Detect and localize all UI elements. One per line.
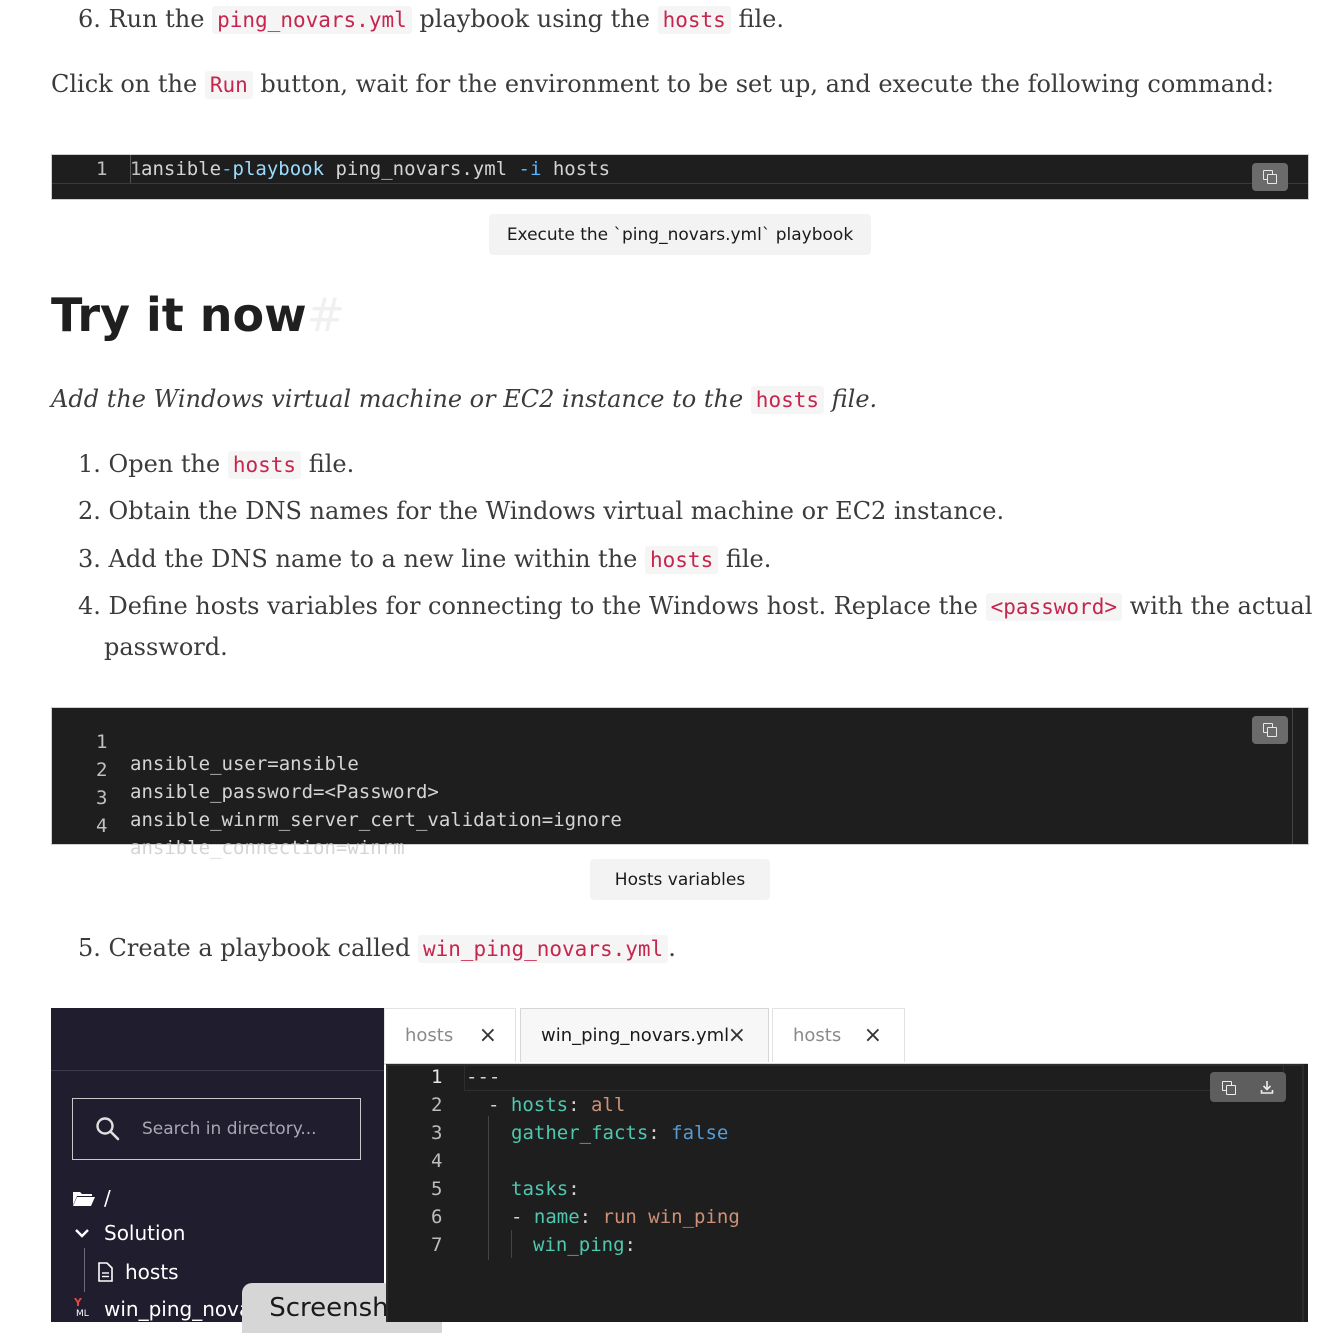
folder-open-icon: [73, 1192, 95, 1206]
code-line-1: ---: [466, 1066, 501, 1088]
chevron-down-icon: [75, 1229, 89, 1238]
inline-code-run: Run: [204, 71, 253, 99]
step-1: 1. Open the hosts file.: [78, 450, 355, 479]
copy-button[interactable]: [1252, 716, 1288, 744]
command-text: ansible-playbook ping_novars.yml -i host…: [141, 158, 611, 180]
code-line-7: win_ping:: [533, 1234, 636, 1256]
tree-file-win-ping[interactable]: Y ML win_ping_nova: [74, 1297, 251, 1321]
code-line-6: - name: run win_ping: [511, 1206, 740, 1228]
heading-anchor-link[interactable]: #: [307, 288, 346, 342]
step-2: 2. Obtain the DNS names for the Windows …: [78, 497, 1005, 525]
inline-code-hosts: hosts: [657, 6, 731, 34]
command-code-block[interactable]: 1 1 ansible-playbook ping_novars.yml -i …: [51, 154, 1309, 200]
scrollbar-divider: [1292, 708, 1293, 844]
indent-guide: [511, 1230, 512, 1258]
line-number-text: 1: [96, 158, 108, 180]
sidebar-header-divider: [51, 1070, 384, 1071]
tree-file-hosts[interactable]: hosts: [97, 1260, 179, 1284]
close-icon[interactable]: ×: [728, 1023, 746, 1048]
close-icon[interactable]: ×: [864, 1023, 882, 1048]
inline-code-hosts: hosts: [227, 451, 302, 479]
code-line-5: tasks:: [511, 1178, 580, 1200]
search-icon: [96, 1117, 120, 1141]
tab-hosts-2[interactable]: hosts ×: [772, 1008, 905, 1062]
copy-button[interactable]: [1252, 163, 1288, 191]
yaml-file-icon: Y ML: [74, 1296, 89, 1319]
tree-root[interactable]: /: [72, 1186, 111, 1210]
inline-code-win-ping: win_ping_novars.yml: [417, 935, 669, 963]
code-line: 4 ansible_connection=winrm: [96, 815, 405, 859]
directory-search-box[interactable]: Search in directory...: [72, 1098, 361, 1160]
tab-hosts-1[interactable]: hosts ×: [384, 1008, 516, 1062]
code-line-3: gather_facts: false: [511, 1122, 729, 1144]
close-icon[interactable]: ×: [479, 1023, 497, 1048]
inline-code-hosts: hosts: [750, 386, 825, 414]
step-6: 6. Run the ping_novars.yml playbook usin…: [78, 5, 784, 34]
step-4: 4. Define hosts variables for connecting…: [78, 592, 1313, 621]
tree-folder-solution[interactable]: Solution: [74, 1221, 185, 1245]
editor-actions: [1210, 1072, 1286, 1102]
ide-file-sidebar: Search in directory... / Solution hosts …: [51, 1008, 384, 1322]
run-instruction: Click on the Run button, wait for the en…: [51, 70, 1275, 99]
tree-indent-guide: [84, 1248, 85, 1292]
inline-code-password: <password>: [985, 593, 1123, 621]
code-line-2: - hosts: all: [488, 1094, 626, 1116]
step-5: 5. Create a playbook called win_ping_nov…: [78, 934, 676, 963]
inline-code-hosts: hosts: [645, 546, 719, 574]
indent-guide: [488, 1116, 489, 1260]
download-icon[interactable]: [1260, 1080, 1274, 1094]
intro-text: Add the Windows virtual machine or EC2 i…: [51, 385, 878, 414]
line-separator: [52, 183, 1308, 184]
file-text-icon: [98, 1262, 113, 1282]
code-editor[interactable]: 1 2 3 4 5 6 7 --- - hosts: all gather_fa…: [386, 1064, 1308, 1322]
line-numbers-gutter: 1 2 3 4 5 6 7: [431, 1066, 443, 1256]
inline-code-playbook: ping_novars.yml: [212, 6, 412, 34]
active-line-highlight: [464, 1064, 1284, 1091]
search-input[interactable]: Search in directory...: [142, 1119, 317, 1139]
command-caption: Execute the `ping_novars.yml` playbook: [489, 214, 871, 255]
gutter-divider: [130, 155, 131, 183]
hosts-variables-caption: Hosts variables: [590, 859, 770, 900]
section-heading: Try it now#: [51, 288, 346, 342]
hosts-variables-code-block[interactable]: 1 ansible_user=ansible 2 ansible_passwor…: [51, 707, 1309, 859]
step-3: 3. Add the DNS name to a new line within…: [78, 545, 772, 574]
step-4-continued: password.: [104, 633, 228, 661]
tab-win-ping-novars[interactable]: win_ping_novars.yml ×: [520, 1008, 769, 1062]
